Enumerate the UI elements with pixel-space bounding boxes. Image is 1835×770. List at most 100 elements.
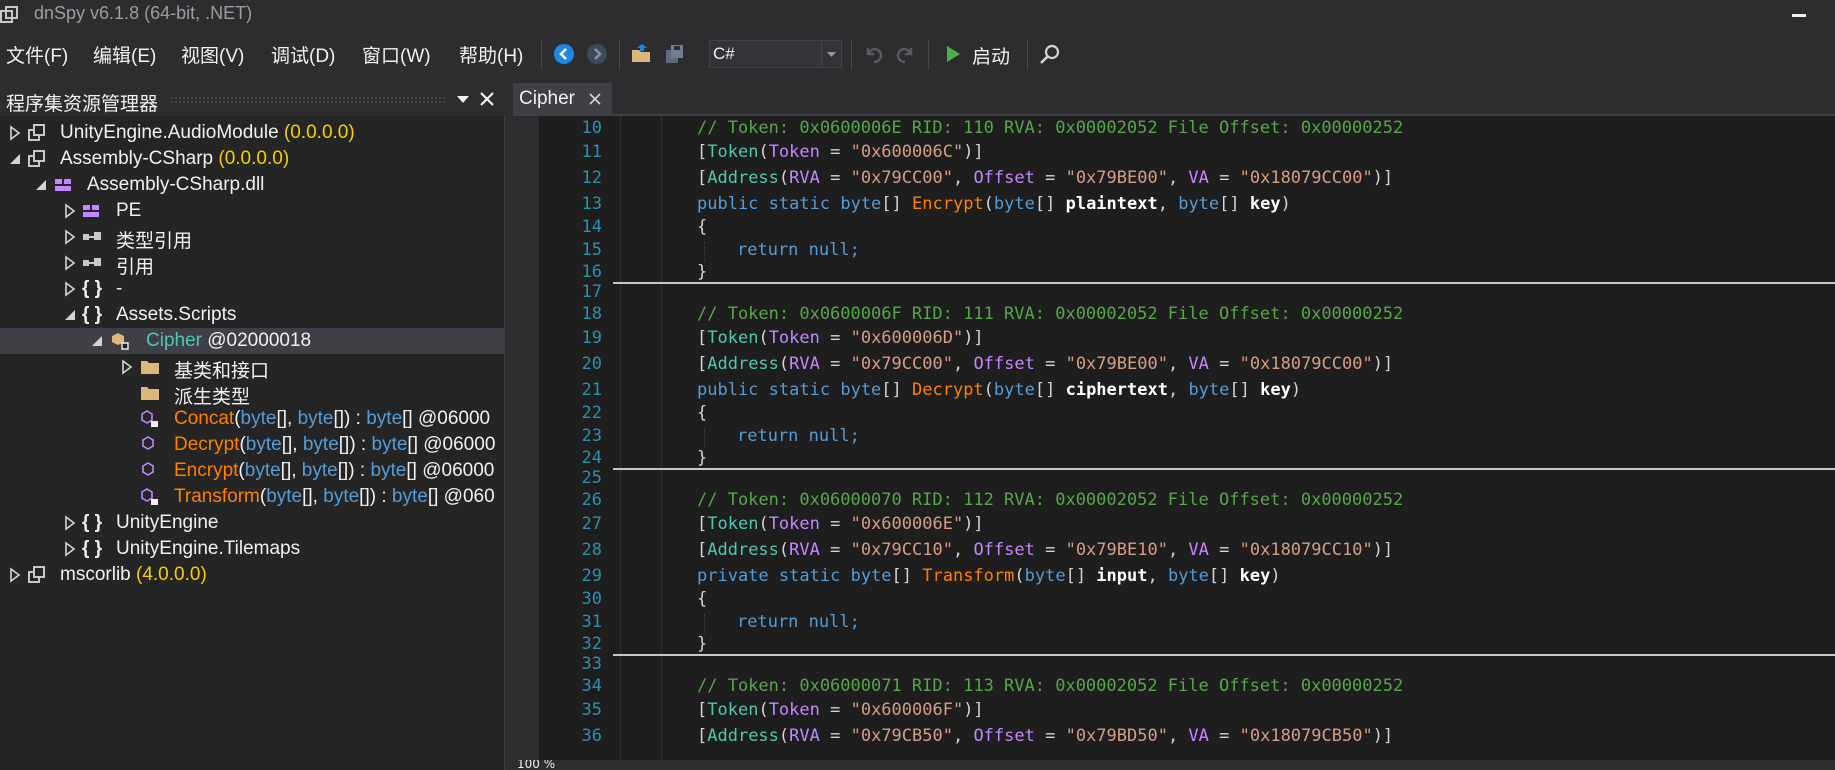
pe-icon <box>83 205 99 217</box>
expand-arrow-icon[interactable] <box>63 281 77 297</box>
indent-guide <box>704 614 705 634</box>
tree-node-label: Assembly-CSharp.dll <box>87 174 265 195</box>
line-number: 36 <box>581 726 602 746</box>
private-method-icon <box>141 488 158 505</box>
expand-arrow-icon[interactable] <box>120 359 134 375</box>
tree-node-method-encrypt[interactable]: Encrypt(byte[], byte[]) : byte[] @06000 <box>0 458 504 484</box>
method-name: Encrypt <box>174 460 239 481</box>
tree-node-assets-scripts[interactable]: { } Assets.Scripts <box>0 302 504 328</box>
line-number: 22 <box>581 403 602 423</box>
indent-guide <box>704 428 705 448</box>
line-number: 16 <box>581 262 602 282</box>
tree-node-unityengine[interactable]: { } UnityEngine <box>0 510 504 536</box>
expand-arrow-icon[interactable] <box>8 567 22 583</box>
line-number: 15 <box>581 240 602 260</box>
undo-icon[interactable] <box>862 42 886 66</box>
tree-node-assembly-dll[interactable]: Assembly-CSharp.dll <box>0 172 504 198</box>
param-sep: [], <box>276 408 298 429</box>
tab-cipher[interactable]: Cipher <box>513 83 612 116</box>
toolbar-separator <box>541 40 542 70</box>
tree-node-type-references[interactable]: 类型引用 <box>0 224 504 252</box>
tree-node-assembly-csharp[interactable]: Assembly-CSharp (0.0.0.0) <box>0 146 504 172</box>
menu-view[interactable]: 视图(V) <box>181 41 244 68</box>
panel-grip[interactable] <box>170 96 445 103</box>
toolbar-separator <box>928 40 929 70</box>
line-number: 24 <box>581 448 602 468</box>
tree-node-pe[interactable]: PE <box>0 198 504 224</box>
method-separator <box>613 654 1835 656</box>
code-close-brace: } <box>697 634 708 654</box>
tree-node-label: PE <box>116 200 142 221</box>
tree-node-base-types[interactable]: 基类和接口 <box>0 354 504 382</box>
code-open-brace: { <box>697 403 708 423</box>
open-folder-icon[interactable] <box>630 42 654 66</box>
class-icon <box>112 333 129 350</box>
tree-node-method-transform[interactable]: Transform(byte[], byte[]) : byte[] @060 <box>0 484 504 510</box>
code-line-address-attr: [Address(RVA = "0x79CB50", Offset = "0x7… <box>697 726 1394 746</box>
tree-node-method-decrypt[interactable]: Decrypt(byte[], byte[]) : byte[] @06000 <box>0 432 504 458</box>
code-comment: // Token: 0x06000071 RID: 113 RVA: 0x000… <box>697 676 1404 696</box>
code-return-null: return null; <box>737 426 860 446</box>
assembly-icon <box>28 124 45 141</box>
expand-arrow-icon[interactable] <box>63 541 77 557</box>
tree-node-method-concat[interactable]: Concat(byte[], byte[]) : byte[] @06000 <box>0 406 504 432</box>
tree-node-audiomodule[interactable]: UnityEngine.AudioModule (0.0.0.0) <box>0 120 504 146</box>
tree-node-unityengine-tilemaps[interactable]: { } UnityEngine.Tilemaps <box>0 536 504 562</box>
line-number: 14 <box>581 217 602 237</box>
assembly-explorer-panel: 程序集资源管理器 UnityEngine.AudioModule (0.0.0.… <box>0 83 505 770</box>
search-icon[interactable] <box>1038 42 1062 66</box>
start-button[interactable]: 启动 <box>972 42 1010 69</box>
line-number: 29 <box>581 566 602 586</box>
play-icon[interactable] <box>941 42 965 66</box>
back-arrow-icon[interactable] <box>552 42 576 66</box>
tree-node-label: UnityEngine <box>116 512 219 533</box>
forward-arrow-icon[interactable] <box>585 42 609 66</box>
minimize-icon[interactable] <box>1790 8 1818 24</box>
tree-node-derived-types[interactable]: 派生类型 <box>0 380 504 408</box>
expand-arrow-icon[interactable] <box>63 515 77 531</box>
code-comment: // Token: 0x06000070 RID: 112 RVA: 0x000… <box>697 490 1404 510</box>
tree-node-cipher[interactable]: Cipher @02000018 <box>0 328 504 354</box>
line-number: 28 <box>581 540 602 560</box>
close-icon[interactable] <box>588 92 602 106</box>
close-icon[interactable] <box>478 90 496 108</box>
menu-file[interactable]: 文件(F) <box>6 41 68 68</box>
line-number: 21 <box>581 380 602 400</box>
code-editor[interactable]: 10 11 12 13 14 15 16 17 18 19 20 21 22 2… <box>513 116 1835 760</box>
line-number: 33 <box>581 654 602 674</box>
document-tabs: Cipher <box>513 83 1835 116</box>
return-type: byte <box>371 434 408 455</box>
return-type: byte <box>370 460 407 481</box>
expand-arrow-icon[interactable] <box>63 255 77 271</box>
method-token: [] @06000 <box>407 434 496 455</box>
title-bar: dnSpy v6.1.8 (64-bit, .NET) <box>0 0 1835 30</box>
method-icon <box>142 436 154 450</box>
line-number: 23 <box>581 426 602 446</box>
save-all-icon[interactable] <box>663 42 687 66</box>
collapse-arrow-icon[interactable] <box>90 333 104 349</box>
tab-label: Cipher <box>519 88 575 109</box>
menu-window[interactable]: 窗口(W) <box>362 41 431 68</box>
zoom-level[interactable]: 100 % <box>517 760 555 770</box>
tree-node-label: Assets.Scripts <box>116 304 237 325</box>
language-select[interactable]: C# <box>709 40 842 68</box>
expand-arrow-icon[interactable] <box>8 125 22 141</box>
toolbar-separator <box>1027 40 1028 70</box>
line-number: 13 <box>581 194 602 214</box>
collapse-arrow-icon[interactable] <box>8 151 22 167</box>
tree-node-references[interactable]: 引用 <box>0 250 504 278</box>
tree-node-empty-namespace[interactable]: { } - <box>0 276 504 302</box>
redo-icon[interactable] <box>893 42 917 66</box>
menu-help[interactable]: 帮助(H) <box>459 41 523 68</box>
tree-node-mscorlib[interactable]: mscorlib (4.0.0.0) <box>0 562 504 588</box>
return-type: byte <box>366 408 403 429</box>
expand-arrow-icon[interactable] <box>63 229 77 245</box>
tree-node-label: mscorlib <box>60 564 131 585</box>
collapse-arrow-icon[interactable] <box>63 307 77 323</box>
collapse-arrow-icon[interactable] <box>34 177 48 193</box>
dropdown-arrow-icon[interactable] <box>455 91 471 107</box>
expand-arrow-icon[interactable] <box>63 203 77 219</box>
menu-debug[interactable]: 调试(D) <box>271 41 335 68</box>
menu-edit[interactable]: 编辑(E) <box>93 41 156 68</box>
chevron-down-icon[interactable] <box>821 41 841 67</box>
